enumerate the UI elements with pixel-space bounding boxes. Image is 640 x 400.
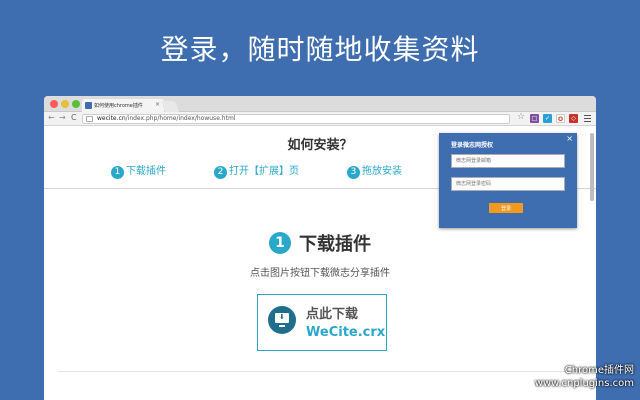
- download-filename: WeCite.crx: [306, 325, 386, 340]
- section-title: 下载插件: [299, 234, 371, 255]
- new-tab-button[interactable]: [160, 101, 180, 112]
- step-number: 2: [214, 166, 227, 179]
- extension-icon[interactable]: □: [530, 114, 539, 123]
- url-host: wecite.cn: [97, 115, 126, 122]
- step-drag-install[interactable]: 3 拖放安装: [347, 162, 402, 179]
- step-label: 打开【扩展】页: [229, 166, 299, 177]
- extension-icon[interactable]: ◇: [569, 114, 578, 123]
- step-download[interactable]: 1 下载插件: [111, 162, 166, 179]
- url-input[interactable]: wecite.cn/index.php/home/index/howuse.ht…: [82, 114, 510, 124]
- section-number: 1: [269, 232, 291, 254]
- close-window-button[interactable]: [50, 100, 58, 108]
- maximize-window-button[interactable]: [72, 100, 80, 108]
- forward-arrow-icon[interactable]: →: [59, 113, 66, 122]
- browser-titlebar: 如何使用chrome插件 ×: [44, 96, 596, 112]
- login-button[interactable]: 登录: [489, 203, 523, 213]
- watermark-line2: www.cnplugins.com: [534, 378, 634, 389]
- step-number: 1: [111, 166, 124, 179]
- tab-close-icon[interactable]: ×: [155, 101, 160, 108]
- browser-menu-icon[interactable]: [584, 115, 591, 122]
- watermark-line1: Chrome插件网: [564, 365, 634, 376]
- scrollbar[interactable]: [590, 133, 594, 201]
- download-button[interactable]: ⬇ 点此下载 WeCite.crx: [257, 294, 387, 351]
- address-bar: ← → C wecite.cn/index.php/home/index/how…: [44, 112, 596, 126]
- page-info-icon: [86, 116, 93, 122]
- minimize-window-button[interactable]: [61, 100, 69, 108]
- watermark: Chrome插件网 www.cnplugins.com: [535, 364, 634, 390]
- login-popup: 登录微志网授权 × 登录: [439, 133, 577, 228]
- password-input[interactable]: [451, 177, 565, 191]
- download-arrow-icon: ⬇: [279, 313, 285, 321]
- step-number: 3: [347, 166, 360, 179]
- back-arrow-icon[interactable]: ←: [48, 113, 55, 122]
- step-open-extensions[interactable]: 2 打开【扩展】页: [214, 162, 299, 179]
- step-label: 下载插件: [126, 166, 166, 177]
- reload-icon[interactable]: C: [71, 113, 77, 122]
- browser-tab[interactable]: 如何使用chrome插件 ×: [82, 99, 164, 112]
- popup-close-icon[interactable]: ×: [566, 134, 573, 143]
- section-subtitle: 点击图片按钮下载微志分享插件: [250, 268, 390, 279]
- computer-download-icon: ⬇: [268, 306, 296, 334]
- url-path: /index.php/home/index/howuse.html: [125, 115, 236, 122]
- favicon-icon: [85, 102, 92, 109]
- extension-icon[interactable]: O: [556, 114, 565, 123]
- section-heading: 1 下载插件: [44, 230, 596, 256]
- divider: [58, 371, 582, 372]
- step-label: 拖放安装: [362, 166, 402, 177]
- username-input[interactable]: [451, 154, 565, 168]
- tab-title: 如何使用chrome插件: [94, 103, 143, 109]
- extension-icon[interactable]: ✓: [543, 114, 552, 123]
- login-title: 登录微志网授权: [451, 142, 494, 149]
- bookmark-star-icon[interactable]: ☆: [517, 112, 525, 122]
- download-label: 点此下载: [306, 307, 359, 322]
- headline: 登录，随时随地收集资料: [160, 33, 480, 66]
